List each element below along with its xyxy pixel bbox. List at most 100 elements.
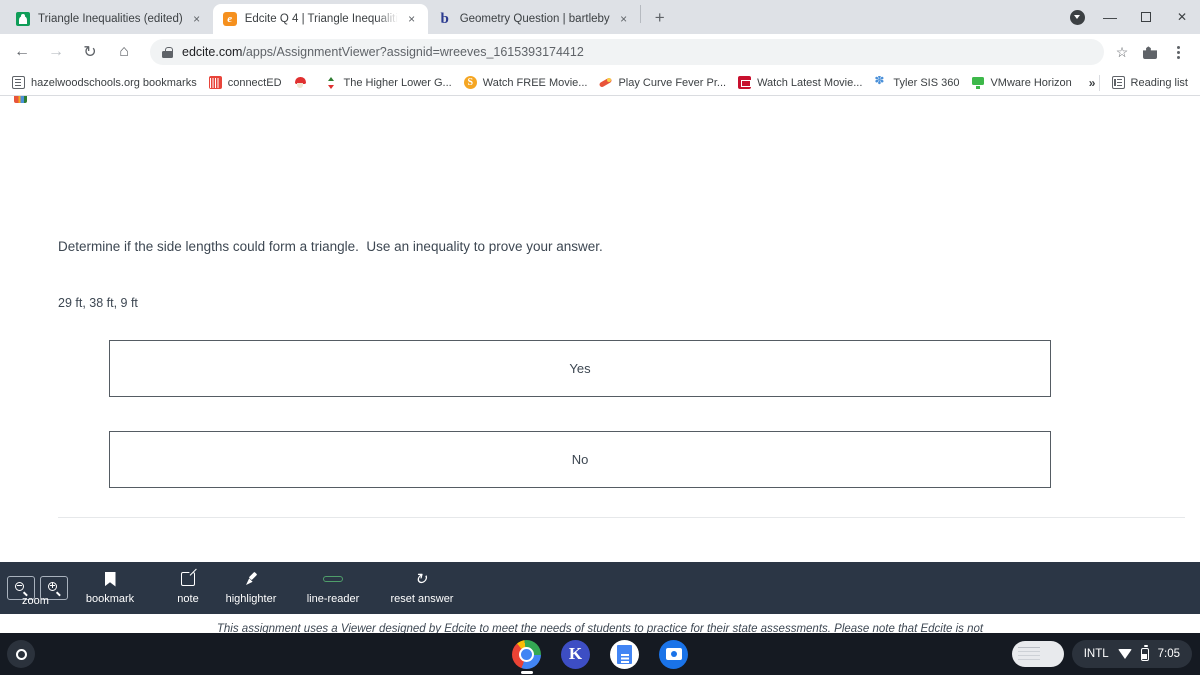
bookmark-label: VMware Horizon xyxy=(990,76,1072,89)
reading-list-label: Reading list xyxy=(1130,76,1188,89)
bookmark-tyler-sis-360[interactable]: Tyler SIS 360 xyxy=(868,72,965,94)
tool-label: reset answer xyxy=(390,593,454,605)
browser-tab-bartleby[interactable]: b Geometry Question | bartleby × xyxy=(428,4,640,34)
bookmark-icon xyxy=(104,569,116,589)
zoom-out-icon xyxy=(15,582,27,594)
bookmark-curve-fever[interactable]: Play Curve Fever Pr... xyxy=(593,72,732,94)
close-icon[interactable]: × xyxy=(616,11,632,27)
page-content: Determine if the side lengths could form… xyxy=(0,96,1200,633)
question-side-lengths: 29 ft, 38 ft, 9 ft xyxy=(58,296,138,310)
browser-tab-triangle-inequalities[interactable]: Triangle Inequalities (edited) × xyxy=(6,4,213,34)
movie-icon xyxy=(738,76,752,89)
bookmarks-bar: hazelwoodschools.org bookmarks connectED… xyxy=(0,70,1200,96)
bookmark-higher-lower-game[interactable]: The Higher Lower G... xyxy=(319,72,458,94)
bookmark-label: Tyler SIS 360 xyxy=(893,76,960,89)
answer-choice-label: No xyxy=(571,452,589,467)
mushroom-icon xyxy=(294,76,307,89)
note-edit-icon xyxy=(181,569,195,589)
download-icon xyxy=(1069,9,1085,25)
puzzle-icon[interactable] xyxy=(1136,38,1164,66)
tab-title: Edcite Q 4 | Triangle Inequalities xyxy=(244,13,398,25)
disclaimer-line-1: This assignment uses a Viewer designed b… xyxy=(216,623,984,633)
minimize-button[interactable]: — xyxy=(1092,0,1128,34)
tool-label: bookmark xyxy=(85,593,135,605)
shelf-app-chrome[interactable] xyxy=(512,639,541,674)
reading-list-icon xyxy=(1111,76,1125,89)
reset-icon: ↻ xyxy=(414,570,428,588)
soap2day-icon: S xyxy=(463,76,477,89)
reading-list-area: Reading list xyxy=(1093,72,1194,94)
bookmark-label: connectED xyxy=(227,76,282,89)
close-icon[interactable]: × xyxy=(189,11,205,27)
shelf-status-area: INTL 7:05 xyxy=(1011,633,1192,675)
question-prompt: Determine if the side lengths could form… xyxy=(58,239,603,254)
download-indicator[interactable] xyxy=(1062,0,1092,34)
ime-indicator[interactable]: INTL xyxy=(1084,648,1109,660)
close-icon[interactable]: × xyxy=(404,11,420,27)
window-preview-thumbnail[interactable] xyxy=(1011,641,1064,667)
slides-icon xyxy=(16,12,30,26)
bookmark-connected[interactable]: connectED xyxy=(203,72,288,94)
bookmark-watch-free-movies[interactable]: S Watch FREE Movie... xyxy=(458,72,594,94)
browser-tab-edcite[interactable]: e Edcite Q 4 | Triangle Inequalities × xyxy=(212,4,428,34)
clock[interactable]: 7:05 xyxy=(1158,648,1180,660)
maximize-icon xyxy=(1141,12,1151,22)
battery-icon[interactable] xyxy=(1140,645,1149,661)
kebab-menu-icon[interactable] xyxy=(1164,38,1192,66)
divider xyxy=(1098,74,1100,91)
bookmark-hazelwoodschools[interactable]: hazelwoodschools.org bookmarks xyxy=(6,72,203,94)
tyler-sis-icon xyxy=(874,76,887,89)
line-reader-icon xyxy=(323,569,343,589)
forward-button[interactable]: → xyxy=(42,38,70,66)
higher-lower-icon xyxy=(325,76,338,89)
bookmark-label: Watch FREE Movie... xyxy=(482,76,588,89)
bookmark-star-icon[interactable]: ☆ xyxy=(1108,38,1136,66)
highlighter-icon xyxy=(244,569,259,589)
close-window-button[interactable]: ✕ xyxy=(1164,0,1200,34)
bookmark-vmware-horizon[interactable]: VMware Horizon xyxy=(965,72,1077,94)
reading-list-button[interactable]: Reading list xyxy=(1106,72,1194,94)
tab-divider xyxy=(639,5,641,23)
address-bar[interactable]: edcite.com /apps/AssignmentViewer?assign… xyxy=(150,39,1104,65)
home-button[interactable]: ⌂ xyxy=(110,38,138,66)
url-path: /apps/AssignmentViewer?assignid=wreeves_… xyxy=(242,45,584,59)
footer-disclaimer: This assignment uses a Viewer designed b… xyxy=(0,620,1200,633)
vmware-horizon-icon xyxy=(971,76,984,89)
system-tray[interactable]: INTL 7:05 xyxy=(1071,640,1192,668)
bookmark-watch-latest-movies[interactable]: Watch Latest Movie... xyxy=(732,72,868,94)
maximize-button[interactable] xyxy=(1128,0,1164,34)
bookmark-mushroom[interactable] xyxy=(288,72,319,94)
curve-fever-icon xyxy=(599,76,612,89)
tab-title: Geometry Question | bartleby xyxy=(459,13,610,25)
browser-toolbar: ← → ↻ ⌂ edcite.com /apps/AssignmentViewe… xyxy=(0,34,1200,70)
bartleby-icon: b xyxy=(440,12,449,26)
answer-choice-yes[interactable]: Yes xyxy=(109,340,1051,397)
answer-choice-label: Yes xyxy=(569,361,591,376)
shelf-app-google-docs[interactable] xyxy=(610,639,639,669)
wifi-icon[interactable] xyxy=(1117,649,1132,659)
window-controls: — ✕ xyxy=(1062,0,1200,34)
bookmark-label: The Higher Lower G... xyxy=(343,76,452,89)
tool-label: line-reader xyxy=(306,593,360,605)
toolbar-actions: ☆ xyxy=(1108,38,1192,66)
partial-image-icon xyxy=(14,96,27,103)
folder-icon xyxy=(12,76,25,89)
edcite-tool-bar: zoom bookmark note highlighter line-read… xyxy=(0,562,1200,614)
url-host: edcite.com xyxy=(182,45,243,59)
shelf-app-camera[interactable] xyxy=(659,639,688,669)
browser-window: Triangle Inequalities (edited) × e Edcit… xyxy=(0,0,1200,633)
tool-reset-answer[interactable]: ↻ reset answer xyxy=(367,569,477,606)
lock-icon xyxy=(162,46,173,58)
reload-button[interactable]: ↻ xyxy=(76,38,104,66)
shelf-app-kami[interactable]: K xyxy=(561,639,590,669)
new-tab-button[interactable]: + xyxy=(647,5,673,31)
bookmark-label: Watch Latest Movie... xyxy=(757,76,863,89)
connected-icon xyxy=(208,76,222,89)
content-divider xyxy=(58,517,1185,518)
tool-label: highlighter xyxy=(225,593,277,605)
answer-choice-no[interactable]: No xyxy=(109,431,1051,488)
chromeos-shelf: K INTL 7:05 xyxy=(0,633,1200,675)
back-button[interactable]: ← xyxy=(8,38,36,66)
tab-title: Triangle Inequalities (edited) xyxy=(38,13,183,25)
bookmark-label: hazelwoodschools.org bookmarks xyxy=(31,76,197,89)
